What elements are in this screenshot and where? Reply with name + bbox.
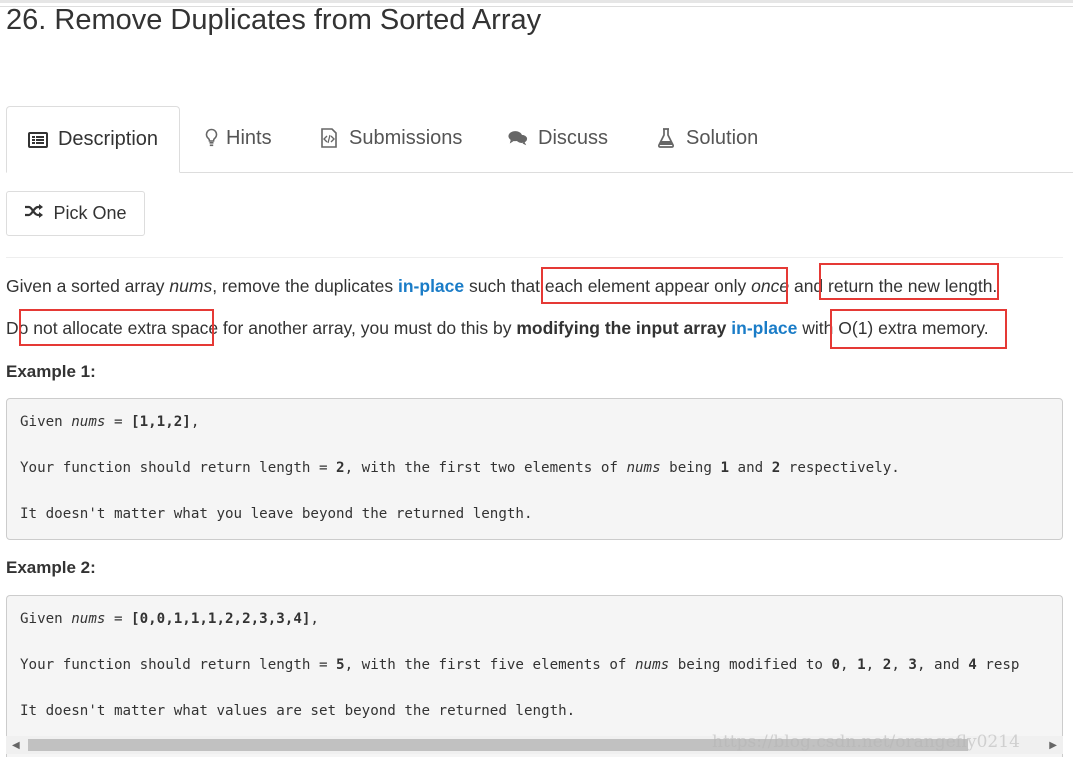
scroll-left-icon[interactable]: ◀: [12, 740, 20, 751]
text: , and: [916, 657, 969, 673]
text: ,: [190, 414, 200, 430]
text: , with the first five elements of: [344, 657, 636, 673]
text: Given a sorted array: [6, 276, 170, 296]
pick-one-label: Pick One: [53, 203, 127, 223]
nums-var: nums: [71, 414, 106, 430]
flask-icon: [656, 128, 676, 148]
content-divider: [6, 257, 1063, 258]
nums-var: nums: [71, 611, 106, 627]
text: , with the first two elements of: [344, 460, 627, 476]
nums-var: nums: [626, 460, 661, 476]
text: respectively.: [780, 460, 900, 476]
bold-phrase: modifying the input array: [516, 318, 727, 338]
text: being modified to: [669, 657, 832, 673]
highlight-box: [19, 309, 214, 346]
description-icon: [27, 130, 48, 150]
text: Your function should return length =: [20, 657, 337, 673]
value: 4: [968, 657, 977, 673]
example-1-code: Given nums = [1,1,2], Your function shou…: [6, 398, 1063, 540]
code-line: Your function should return length = 5, …: [20, 657, 1019, 673]
code-file-icon: [319, 128, 339, 148]
example-1-label: Example 1:: [6, 362, 96, 381]
text: , remove the duplicates: [212, 276, 398, 296]
array-value: [0,0,1,1,1,2,2,3,3,4]: [131, 611, 311, 627]
code-line: Given nums = [1,1,2],: [20, 414, 199, 430]
code-line: Your function should return length = 2, …: [20, 460, 900, 476]
scroll-right-icon[interactable]: ▶: [1049, 740, 1057, 751]
text: =: [105, 611, 132, 627]
array-value: [1,1,2]: [131, 414, 191, 430]
example-2-label: Example 2:: [6, 558, 96, 577]
text: =: [105, 414, 132, 430]
highlight-box: [541, 267, 788, 304]
watermark: https://blog.csdn.net/orangefly0214: [712, 732, 1020, 752]
text: ,: [840, 657, 858, 673]
highlight-box: [819, 263, 999, 300]
pick-one-button[interactable]: Pick One: [6, 191, 145, 236]
length-value: 5: [336, 657, 345, 673]
text: Given: [20, 414, 72, 430]
in-place-keyword: in-place: [731, 318, 798, 338]
text: and: [728, 460, 772, 476]
value: 1: [720, 460, 729, 476]
length-value: 2: [336, 460, 345, 476]
value: 1: [857, 657, 866, 673]
text: resp: [976, 657, 1020, 673]
shuffle-icon: [24, 203, 53, 224]
text: Given: [20, 611, 72, 627]
tab-hints-label: Hints: [226, 126, 272, 149]
tab-solution[interactable]: Solution: [656, 106, 758, 170]
page-title: 26. Remove Duplicates from Sorted Array: [6, 4, 542, 36]
comments-icon: [508, 128, 528, 148]
code-line: It doesn't matter what you leave beyond …: [20, 506, 533, 522]
tab-discuss-label: Discuss: [538, 126, 609, 149]
tab-solution-label: Solution: [686, 126, 759, 149]
text: Your function should return length =: [20, 460, 337, 476]
text: ,: [891, 657, 909, 673]
text: ,: [865, 657, 883, 673]
tab-submissions-label: Submissions: [349, 126, 463, 149]
tab-submissions[interactable]: Submissions: [319, 106, 462, 170]
tab-description-label: Description: [57, 128, 159, 150]
nums-var: nums: [169, 276, 213, 296]
text: being: [660, 460, 721, 476]
nums-var: nums: [635, 657, 670, 673]
highlight-box: [830, 309, 1007, 349]
text: ,: [310, 611, 319, 627]
code-line: It doesn't matter what values are set be…: [20, 703, 576, 719]
value: 3: [908, 657, 917, 673]
value: 2: [771, 460, 781, 476]
tab-bar: Description Hints Submissions Discuss So…: [6, 106, 1073, 173]
in-place-keyword: in-place: [398, 276, 465, 296]
tab-description[interactable]: Description: [6, 106, 180, 173]
lightbulb-icon: [204, 128, 218, 148]
tab-discuss[interactable]: Discuss: [508, 106, 608, 170]
top-bar: [0, 0, 1073, 3]
code-line: Given nums = [0,0,1,1,1,2,2,3,3,4],: [20, 611, 319, 627]
value: 0: [831, 657, 841, 673]
tab-hints[interactable]: Hints: [204, 106, 272, 170]
